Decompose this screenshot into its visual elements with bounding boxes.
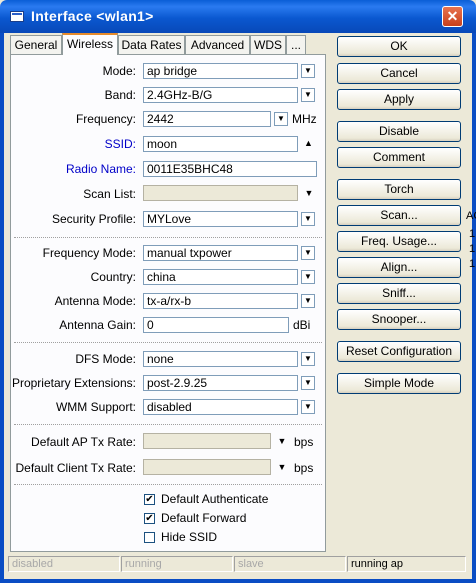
frequency-unit: MHz <box>292 112 317 126</box>
scan-list-input[interactable] <box>143 185 298 201</box>
frequency-label: Frequency: <box>75 112 136 126</box>
default-ap-tx-rate-input[interactable] <box>143 433 271 449</box>
chevron-down-icon[interactable] <box>275 435 289 449</box>
chevron-down-icon[interactable] <box>301 294 315 308</box>
simple-mode-button[interactable]: Simple Mode <box>337 373 461 394</box>
antenna-mode-select[interactable]: tx-a/rx-b <box>143 293 298 309</box>
default-forward-label: Default Forward <box>161 511 247 525</box>
divider <box>14 342 322 343</box>
close-button[interactable]: ✕ <box>442 6 463 27</box>
cancel-button[interactable]: Cancel <box>337 63 461 84</box>
reset-configuration-button[interactable]: Reset Configuration <box>337 341 461 362</box>
frequency-mode-select[interactable]: manual txpower <box>143 245 298 261</box>
default-authenticate-checkbox[interactable]: ✔ <box>144 494 155 505</box>
mode-label: Mode: <box>102 64 136 78</box>
divider <box>14 424 322 425</box>
snooper-button[interactable]: Snooper... <box>337 309 461 330</box>
country-select[interactable]: china <box>143 269 298 285</box>
torch-button[interactable]: Torch <box>337 179 461 200</box>
antenna-gain-input[interactable]: 0 <box>143 317 289 333</box>
band-label: Band: <box>104 88 136 102</box>
security-profile-select[interactable]: MYLove <box>143 211 298 227</box>
scan-button[interactable]: Scan... <box>337 205 461 226</box>
comment-button[interactable]: Comment <box>337 147 461 168</box>
wmm-support-select[interactable]: disabled <box>143 399 298 415</box>
divider <box>14 484 322 485</box>
tab-data-rates[interactable]: Data Rates <box>118 35 185 54</box>
chevron-down-icon[interactable] <box>302 187 316 201</box>
window-frame-bottom <box>0 579 476 583</box>
freq-usage-button[interactable]: Freq. Usage... <box>337 231 461 252</box>
chevron-down-icon[interactable] <box>301 212 315 226</box>
default-authenticate-label: Default Authenticate <box>161 492 269 506</box>
hide-ssid-checkbox[interactable] <box>144 532 155 543</box>
chevron-down-icon[interactable] <box>301 88 315 102</box>
default-client-tx-rate-label: Default Client Tx Rate: <box>15 461 137 475</box>
window-frame-left <box>0 33 4 583</box>
radio-name-label[interactable]: Radio Name: <box>10 162 136 176</box>
chevron-down-icon[interactable] <box>301 270 315 284</box>
background-text: AC <box>466 210 476 222</box>
background-text: 1 <box>469 258 476 270</box>
tab-wireless[interactable]: Wireless <box>62 33 118 55</box>
default-client-tx-rate-unit: bps <box>294 461 314 475</box>
proprietary-extensions-label: Proprietary Extensions: <box>11 376 136 390</box>
tab-advanced[interactable]: Advanced <box>185 35 250 54</box>
mode-select[interactable]: ap bridge <box>143 63 298 79</box>
frequency-mode-label: Frequency Mode: <box>42 246 136 260</box>
window-title: Interface <wlan1> <box>31 8 154 24</box>
dfs-mode-select[interactable]: none <box>143 351 298 367</box>
ssid-label[interactable]: SSID: <box>10 137 136 151</box>
checkmark-icon: ✔ <box>145 513 154 524</box>
chevron-down-icon[interactable] <box>301 400 315 414</box>
collapse-up-icon[interactable]: ▲ <box>304 138 313 148</box>
radio-name-input[interactable]: 0011E35BHC48 <box>143 161 317 177</box>
status-running-ap: running ap <box>347 556 466 572</box>
hide-ssid-label: Hide SSID <box>161 530 218 544</box>
security-profile-label: Security Profile: <box>51 212 136 226</box>
status-slave: slave <box>234 556 346 572</box>
ok-button[interactable]: OK <box>337 36 461 57</box>
chevron-down-icon[interactable] <box>301 64 315 78</box>
default-ap-tx-rate-unit: bps <box>294 435 314 449</box>
antenna-gain-label: Antenna Gain: <box>59 318 136 332</box>
proprietary-extensions-select[interactable]: post-2.9.25 <box>143 375 298 391</box>
background-text: 1 <box>469 228 476 240</box>
chevron-down-icon[interactable] <box>301 352 315 366</box>
country-label: Country: <box>90 270 136 284</box>
divider <box>14 237 322 238</box>
default-ap-tx-rate-label: Default AP Tx Rate: <box>31 435 136 449</box>
close-icon: ✕ <box>446 8 459 24</box>
tab-more[interactable]: ... <box>286 35 306 54</box>
dfs-mode-label: DFS Mode: <box>75 352 136 366</box>
scan-list-label: Scan List: <box>83 187 136 201</box>
tab-general[interactable]: General <box>10 35 62 54</box>
window-frame-right <box>472 33 476 583</box>
antenna-mode-label: Antenna Mode: <box>54 294 136 308</box>
default-client-tx-rate-input[interactable] <box>143 459 271 475</box>
tab-wds[interactable]: WDS <box>250 35 286 54</box>
background-text: 1 <box>469 243 476 255</box>
checkmark-icon: ✔ <box>145 494 154 505</box>
antenna-gain-unit: dBi <box>293 318 311 332</box>
chevron-down-icon[interactable] <box>275 461 289 475</box>
ssid-input[interactable]: moon <box>143 136 298 152</box>
frequency-select[interactable]: 2442 <box>143 111 271 127</box>
status-running: running <box>121 556 233 572</box>
wmm-support-label: WMM Support: <box>55 400 136 414</box>
band-select[interactable]: 2.4GHz-B/G <box>143 87 298 103</box>
chevron-down-icon[interactable] <box>301 246 315 260</box>
sniff-button[interactable]: Sniff... <box>337 283 461 304</box>
chevron-down-icon[interactable] <box>274 112 288 126</box>
default-forward-checkbox[interactable]: ✔ <box>144 513 155 524</box>
align-button[interactable]: Align... <box>337 257 461 278</box>
chevron-down-icon[interactable] <box>301 376 315 390</box>
disable-button[interactable]: Disable <box>337 121 461 142</box>
apply-button[interactable]: Apply <box>337 89 461 110</box>
status-disabled: disabled <box>8 556 120 572</box>
window-icon <box>10 11 24 22</box>
